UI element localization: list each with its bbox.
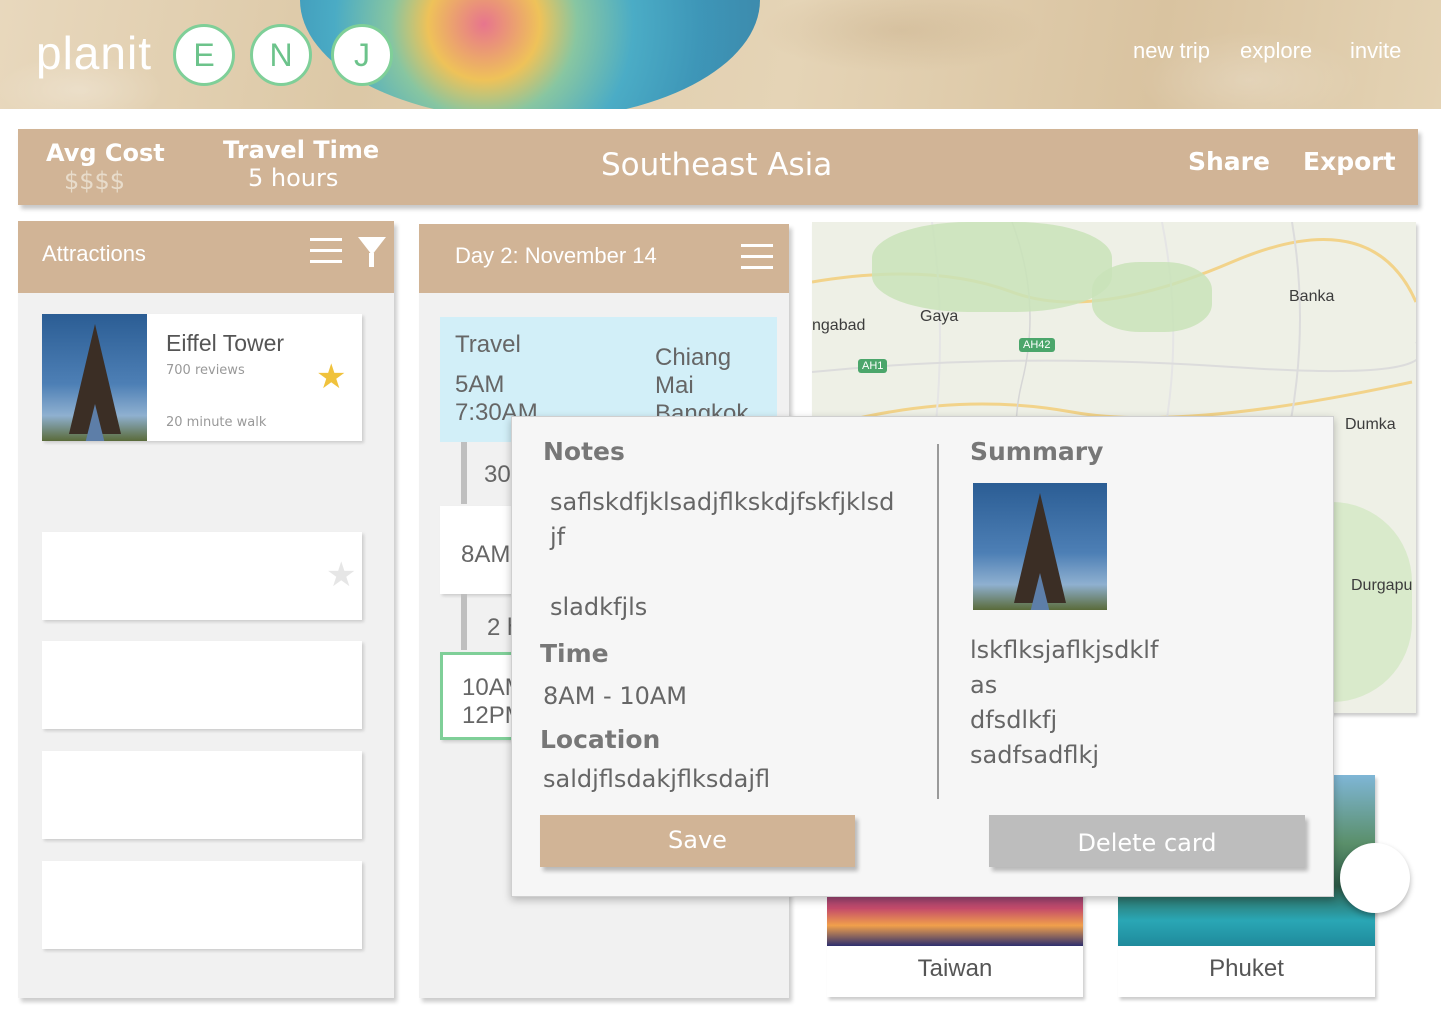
event-details-modal: Notes saflskdfjklsadjflkskdjfskfjklsd jf…: [511, 416, 1334, 897]
travel-start-time: 5AM: [455, 371, 505, 398]
attraction-distance: 20 minute walk: [166, 415, 267, 430]
menu-icon[interactable]: [741, 244, 773, 270]
travel-label: Travel: [455, 331, 521, 358]
empty-attraction-card[interactable]: [42, 751, 362, 839]
timeline-gap-duration: 30: [484, 461, 511, 488]
attractions-panel: Attractions Eiffel Tower 700 reviews 20 …: [18, 221, 394, 998]
attraction-reviews: 700 reviews: [166, 363, 245, 378]
empty-attraction-card[interactable]: ★: [42, 532, 362, 620]
road-badge: AH42: [1019, 338, 1055, 352]
trip-title: Southeast Asia: [601, 147, 833, 183]
notes-text-line[interactable]: sladkfjls: [550, 590, 647, 625]
avatar-n[interactable]: N: [250, 24, 312, 86]
travel-origin: Chiang Mai: [655, 344, 732, 399]
road-badge: AH1: [858, 359, 888, 373]
location-value[interactable]: saldjflsdakjflksdajfl: [543, 762, 770, 797]
floating-action-button[interactable]: [1340, 843, 1410, 913]
timeline-connector: [461, 442, 467, 504]
export-button[interactable]: Export: [1303, 147, 1396, 176]
nav-invite[interactable]: invite: [1350, 38, 1401, 64]
attraction-name: Eiffel Tower: [166, 330, 285, 356]
avatar-j[interactable]: J: [331, 24, 393, 86]
summary-image: [973, 483, 1107, 610]
filter-icon[interactable]: [358, 237, 386, 269]
summary-line: dfsdlkfj: [970, 706, 1058, 734]
event-time: 8AM: [461, 541, 511, 568]
avatar-e[interactable]: E: [173, 24, 235, 86]
time-value[interactable]: 8AM - 10AM: [543, 679, 687, 714]
notes-heading: Notes: [543, 437, 625, 466]
summary-heading: Summary: [970, 437, 1104, 466]
destination-label: Taiwan: [917, 955, 993, 982]
timeline-gap-duration: 2 h: [487, 614, 511, 641]
notes-text-line[interactable]: saflskdfjklsadjflkskdjfskfjklsd: [550, 485, 894, 520]
avg-cost-value: $$$$: [64, 167, 126, 195]
time-heading: Time: [540, 639, 609, 668]
attraction-card[interactable]: Eiffel Tower 700 reviews 20 minute walk …: [42, 314, 362, 441]
eiffel-tower-thumbnail: [42, 314, 147, 441]
menu-icon[interactable]: [310, 238, 342, 264]
avg-cost-label: Avg Cost: [46, 139, 165, 167]
delete-card-button[interactable]: Delete card: [989, 815, 1305, 867]
map-city-label: Gaya: [920, 308, 959, 325]
attractions-title: Attractions: [42, 241, 146, 266]
map-city-label: Dumka: [1345, 416, 1396, 433]
summary-line: as: [970, 671, 998, 699]
empty-attraction-card[interactable]: [42, 861, 362, 949]
share-button[interactable]: Share: [1188, 147, 1270, 176]
map-city-label: Durgapu: [1351, 577, 1413, 594]
save-button[interactable]: Save: [540, 815, 855, 867]
map-green-area: [1092, 262, 1212, 332]
summary-line: sadfsadflkj: [970, 741, 1100, 769]
modal-divider: [937, 444, 939, 799]
timeline-connector: [461, 594, 467, 650]
nav-new-trip[interactable]: new trip: [1133, 38, 1210, 64]
location-heading: Location: [540, 725, 661, 754]
trip-info-bar: Avg Cost $$$$ Travel Time 5 hours Southe…: [18, 129, 1418, 205]
destination-label: Phuket: [1209, 955, 1284, 982]
app-logo[interactable]: planit: [36, 26, 152, 80]
map-green-area: [872, 222, 1112, 312]
empty-attraction-card[interactable]: [42, 641, 362, 729]
summary-line: lskflksjaflkjsdklf: [970, 636, 1159, 664]
map-city-label: ngabad: [812, 317, 866, 334]
map-city-label: Banka: [1289, 288, 1335, 305]
selected-event-card[interactable]: 10AM 12PM: [440, 652, 520, 740]
day-header: Day 2: November 14: [419, 224, 789, 293]
notes-text-line[interactable]: jf: [550, 520, 565, 555]
top-header: planit E N J new trip explore invite: [0, 0, 1441, 109]
attractions-header: Attractions: [18, 221, 394, 293]
nav-explore[interactable]: explore: [1240, 38, 1312, 64]
day-title: Day 2: November 14: [455, 243, 657, 268]
travel-time-label: Travel Time: [223, 136, 380, 164]
travel-time-value: 5 hours: [248, 164, 339, 192]
star-icon[interactable]: ★: [326, 558, 356, 592]
star-icon[interactable]: ★: [316, 360, 346, 394]
